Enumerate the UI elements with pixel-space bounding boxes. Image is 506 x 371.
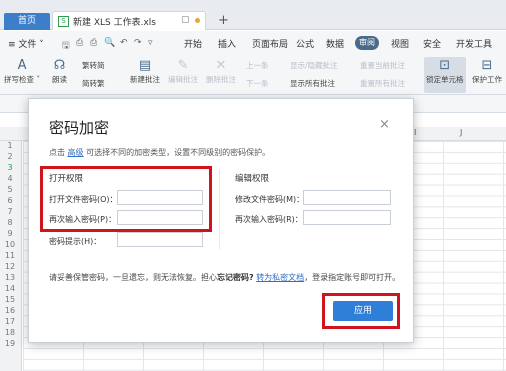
lock-cell-icon: ⊡: [439, 58, 451, 73]
dialog-title: 密码加密: [49, 119, 110, 137]
row-number[interactable]: 17: [0, 317, 20, 326]
lock-cell-label: 锁定单元格: [426, 75, 464, 84]
window-icon[interactable]: ▢: [181, 15, 190, 25]
edit-password-confirm-label: 再次输入密码(R)：: [235, 215, 303, 224]
print-icon[interactable]: ⎙: [90, 38, 97, 48]
password-hint-input[interactable]: [117, 232, 203, 247]
hint-prefix: 点击: [49, 148, 65, 157]
row-number[interactable]: 7: [0, 207, 20, 216]
menu-dev-tools[interactable]: 开发工具: [456, 37, 492, 50]
hint-suffix: 可选择不同的加密类型，设置不同级别的密码保护。: [86, 148, 271, 157]
redo-icon[interactable]: ↷: [134, 38, 142, 48]
title-bar: 首页 S 新建 XLS 工作表.xls ▢ +: [0, 0, 506, 30]
reset-all-comments-button[interactable]: 重置所有批注: [360, 78, 405, 89]
row-number[interactable]: 10: [0, 240, 20, 249]
row-number[interactable]: 3: [0, 163, 20, 172]
menu-bar: ≡ 文件 ˅ 🖫 ⎙ ⎙ 🔍 ↶ ↷ ▿ 开始 插入 页面布局 公式 数据 审阅…: [0, 31, 506, 55]
highlight-box-open-permission: [40, 166, 212, 232]
column-i[interactable]: I: [414, 128, 416, 137]
private-doc-link[interactable]: 转为私密文档: [256, 273, 304, 282]
row-number[interactable]: 6: [0, 196, 20, 205]
edit-comment-label: 编辑批注: [168, 75, 198, 84]
add-tab-button[interactable]: +: [218, 13, 229, 28]
next-comment-button[interactable]: 下一条: [246, 78, 269, 89]
edit-permission-heading: 编辑权限: [235, 174, 270, 184]
new-comment-button[interactable]: ▤ 新建批注: [130, 58, 160, 85]
edit-password-confirm-input[interactable]: [303, 210, 391, 225]
menu-data[interactable]: 数据: [326, 37, 344, 50]
tab-file[interactable]: S 新建 XLS 工作表.xls ▢: [52, 11, 206, 30]
row-number[interactable]: 1: [0, 141, 20, 150]
menu-formula[interactable]: 公式: [296, 37, 314, 50]
dialog-note: 请妥善保管密码，一旦遗忘，则无法恢复。担心忘记密码? 转为私密文档，登录指定账号…: [49, 272, 400, 283]
menu-start[interactable]: 开始: [184, 37, 202, 50]
row-number[interactable]: 8: [0, 218, 20, 227]
new-comment-icon: ▤: [138, 58, 152, 73]
simp-to-trad-button[interactable]: 简转繁: [82, 78, 105, 89]
prev-comment-button[interactable]: 上一条: [246, 60, 269, 71]
row-number[interactable]: 18: [0, 328, 20, 337]
delete-comment-icon: ✕: [215, 58, 227, 73]
undo-icon[interactable]: ↶: [120, 38, 128, 48]
advanced-link[interactable]: 高级: [68, 148, 84, 157]
file-menu[interactable]: ≡ 文件 ˅: [8, 37, 44, 50]
spellcheck-button[interactable]: A 拼写检查 ˅: [4, 58, 40, 85]
dialog-hint: 点击 高级 可选择不同的加密类型，设置不同级别的密码保护。: [49, 147, 270, 158]
lock-cell-button[interactable]: ⊡ 锁定单元格: [426, 58, 464, 85]
read-aloud-button[interactable]: ☊ 朗读: [52, 58, 67, 85]
row-number[interactable]: 15: [0, 295, 20, 304]
row-header: 1 2 3 4 5 6 7 8 9 10 11 12 13 14 15 16 1…: [0, 141, 22, 371]
spreadsheet-icon: S: [58, 16, 69, 27]
row-number[interactable]: 19: [0, 339, 20, 348]
close-icon[interactable]: ×: [379, 117, 390, 132]
row-number[interactable]: 9: [0, 229, 20, 238]
column-j[interactable]: J: [460, 128, 462, 137]
menu-page-layout[interactable]: 页面布局: [252, 37, 288, 50]
new-comment-label: 新建批注: [130, 75, 160, 84]
unsaved-dot-icon: [195, 18, 200, 23]
show-all-comments-button[interactable]: 显示所有批注: [290, 78, 335, 89]
delete-comment-button[interactable]: ✕ 删除批注: [206, 58, 236, 85]
row-number[interactable]: 4: [0, 174, 20, 183]
delete-comment-label: 删除批注: [206, 75, 236, 84]
spellcheck-label: 拼写检查 ˅: [4, 75, 41, 84]
reset-current-comment-button[interactable]: 重置当前批注: [360, 60, 405, 71]
section-divider: [219, 169, 220, 249]
note-prefix: 请妥善保管密码，一旦遗忘，则无法恢复。担心: [49, 273, 217, 282]
row-number[interactable]: 16: [0, 306, 20, 315]
note-suffix: ，登录指定账号即可打开。: [304, 273, 401, 282]
edit-password-label: 修改文件密码(M)：: [235, 195, 305, 204]
row-number[interactable]: 5: [0, 185, 20, 194]
tab-home[interactable]: 首页: [4, 13, 50, 30]
read-aloud-label: 朗读: [52, 75, 67, 84]
highlight-box-apply: [322, 293, 400, 329]
password-hint-label: 密码提示(H)：: [49, 237, 102, 246]
show-hide-comment-button[interactable]: 显示/隐藏批注: [290, 60, 338, 71]
customize-icon[interactable]: ▿: [148, 38, 153, 48]
spellcheck-icon: A: [17, 58, 27, 73]
edit-comment-button[interactable]: ✎ 编辑批注: [168, 58, 198, 85]
forgot-password-text: 忘记密码?: [217, 273, 254, 282]
edit-comment-icon: ✎: [177, 58, 189, 73]
protect-sheet-label: 保护工作: [472, 75, 502, 84]
save-icon[interactable]: 🖫: [62, 38, 70, 54]
row-number[interactable]: 14: [0, 284, 20, 293]
trad-to-simp-button[interactable]: 繁转简: [82, 60, 105, 71]
preview-icon[interactable]: 🔍: [104, 38, 115, 48]
menu-security[interactable]: 安全: [423, 37, 441, 50]
export-icon[interactable]: ⎙: [76, 38, 83, 48]
protect-sheet-icon: ⊟: [481, 58, 493, 73]
edit-password-input[interactable]: [303, 190, 391, 205]
protect-sheet-button[interactable]: ⊟ 保护工作: [472, 58, 502, 85]
ribbon: A 拼写检查 ˅ ☊ 朗读 繁转简 简转繁 ▤ 新建批注 ✎ 编辑批注 ✕ 删除…: [0, 55, 506, 95]
file-tab-label: 新建 XLS 工作表.xls: [73, 18, 156, 28]
menu-view[interactable]: 视图: [391, 37, 409, 50]
menu-review[interactable]: 审阅: [355, 36, 379, 50]
menu-insert[interactable]: 插入: [218, 37, 236, 50]
row-number[interactable]: 2: [0, 152, 20, 161]
read-aloud-icon: ☊: [53, 58, 66, 73]
row-number[interactable]: 12: [0, 262, 20, 271]
row-number[interactable]: 13: [0, 273, 20, 282]
row-number[interactable]: 11: [0, 251, 20, 260]
